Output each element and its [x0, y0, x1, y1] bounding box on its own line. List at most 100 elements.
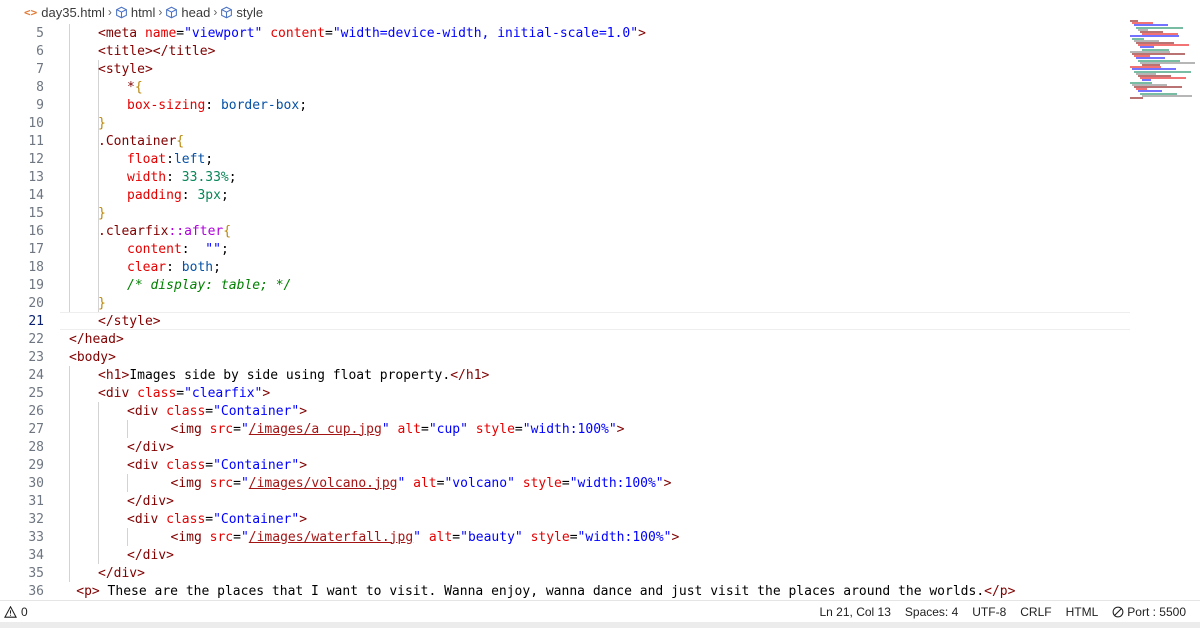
code-line[interactable]: 22 </head>	[0, 330, 1130, 348]
code-token: <style>	[98, 61, 153, 77]
live-server-port[interactable]: Port : 5500	[1112, 605, 1186, 619]
problems-count: 0	[21, 604, 28, 619]
code-token: "	[240, 475, 249, 491]
code-token: </div>	[98, 565, 145, 581]
language-mode[interactable]: HTML	[1066, 605, 1099, 619]
code-text: <body>	[69, 350, 116, 365]
code-line[interactable]: 10}	[0, 114, 1130, 132]
code-line[interactable]: 29 <div class="Container">	[0, 456, 1130, 474]
code-text: <img src="/images/volcano.jpg" alt="volc…	[171, 476, 672, 491]
line-number: 30	[28, 475, 44, 491]
code-line[interactable]: 12 float:left;	[0, 150, 1130, 168]
breadcrumb-head[interactable]: head	[165, 5, 210, 20]
code-line[interactable]: 23 <body>	[0, 348, 1130, 366]
code-line[interactable]: 9 box-sizing: border-box;	[0, 96, 1130, 114]
indentation-setting[interactable]: Spaces: 4	[905, 605, 958, 619]
code-token: style	[475, 421, 515, 437]
code-token: content	[127, 241, 182, 257]
code-line[interactable]: 6 <title></title>	[0, 42, 1130, 60]
code-token: class	[137, 385, 177, 401]
code-line[interactable]: 15}	[0, 204, 1130, 222]
code-token: "width:100%"	[577, 529, 672, 545]
encoding-setting[interactable]: UTF-8	[972, 605, 1006, 619]
code-token: :	[166, 169, 182, 185]
code-line[interactable]: 32 <div class="Container">	[0, 510, 1130, 528]
code-token: "width=device-width, initial-scale=1.0"	[332, 25, 639, 41]
code-line[interactable]: 13 width: 33.33%;	[0, 168, 1130, 186]
code-line[interactable]: 19 /* display: table; */	[0, 276, 1130, 294]
code-text: <div class="Container">	[127, 458, 307, 473]
code-token: /images/volcano.jpg	[248, 475, 398, 491]
code-token: >	[299, 511, 308, 527]
code-text: </style>	[98, 314, 161, 329]
html-file-icon: <>	[24, 5, 38, 19]
code-text: </div>	[127, 494, 174, 509]
code-line[interactable]: 25 <div class="clearfix">	[0, 384, 1130, 402]
code-token: </style>	[98, 313, 161, 329]
code-line[interactable]: 21 </style>	[0, 312, 1130, 330]
breadcrumb-file[interactable]: <> day35.html	[24, 5, 105, 20]
code-line[interactable]: 5 <meta name="viewport" content="width=de…	[0, 24, 1130, 42]
code-token: 33.33%	[181, 169, 229, 185]
code-line[interactable]: 27 <img src="/images/a cup.jpg" alt="cup"…	[0, 420, 1130, 438]
line-number: 20	[28, 295, 44, 311]
breadcrumb-html[interactable]: html	[115, 5, 155, 20]
code-token: Images side by side using float property…	[129, 367, 451, 383]
line-number: 6	[36, 43, 44, 59]
code-line[interactable]: 34 </div>	[0, 546, 1130, 564]
problems-indicator[interactable]: 0	[4, 605, 28, 619]
chevron-right-icon: ›	[158, 5, 163, 19]
code-line[interactable]: 14 padding: 3px;	[0, 186, 1130, 204]
code-line[interactable]: 16 .clearfix::after{	[0, 222, 1130, 240]
code-token: }	[98, 205, 106, 221]
code-text: box-sizing: border-box;	[127, 98, 307, 113]
code-token: "Container"	[213, 457, 300, 473]
code-token: =	[176, 25, 185, 41]
code-text: *{	[127, 80, 143, 95]
line-number: 17	[28, 241, 44, 257]
code-line[interactable]: 36 <p> These are the places that I want t…	[0, 582, 1130, 600]
bottom-strip	[0, 622, 1200, 628]
code-line[interactable]: 33 <img src="/images/waterfall.jpg" alt="…	[0, 528, 1130, 546]
code-token: :	[205, 97, 221, 113]
cursor-position[interactable]: Ln 21, Col 13	[820, 605, 891, 619]
code-token: "cup"	[428, 421, 468, 437]
line-number: 8	[36, 79, 44, 95]
code-line[interactable]: 24 <h1>Images side by side using float pr…	[0, 366, 1130, 384]
code-token: =	[205, 511, 214, 527]
code-line[interactable]: 30 <img src="/images/volcano.jpg" alt="vo…	[0, 474, 1130, 492]
code-line[interactable]: 28 </div>	[0, 438, 1130, 456]
code-line[interactable]: 26 <div class="Container">	[0, 402, 1130, 420]
code-token: border-box	[220, 97, 300, 113]
code-token: </head>	[69, 331, 124, 347]
code-line[interactable]: 8 *{	[0, 78, 1130, 96]
code-line[interactable]: 35 </div>	[0, 564, 1130, 582]
code-line[interactable]: 17 content: "";	[0, 240, 1130, 258]
minimap[interactable]	[1130, 20, 1200, 100]
code-token: "	[413, 529, 421, 545]
code-token: ;	[205, 151, 214, 167]
code-token: ::after	[168, 223, 224, 239]
eol-setting[interactable]: CRLF	[1020, 605, 1051, 619]
code-line[interactable]: 20}	[0, 294, 1130, 312]
code-token: /* display: table; */	[127, 277, 292, 293]
code-token: *	[127, 79, 135, 95]
code-editor[interactable]: 5 <meta name="viewport" content="width=de…	[0, 24, 1200, 600]
code-token: =	[420, 421, 429, 437]
code-line[interactable]: 31 </div>	[0, 492, 1130, 510]
code-line[interactable]: 11 .Container{	[0, 132, 1130, 150]
code-text: clear: both;	[127, 260, 221, 275]
code-line[interactable]: 7 <style>	[0, 60, 1130, 78]
code-text: <style>	[98, 62, 153, 77]
breadcrumb-style[interactable]: style	[220, 5, 263, 20]
code-text: <img src="/images/waterfall.jpg" alt="be…	[171, 530, 680, 545]
breadcrumb-file-label: day35.html	[41, 4, 105, 20]
code-text: .Container{	[98, 134, 184, 149]
code-token: </div>	[127, 439, 174, 455]
line-number: 22	[28, 331, 44, 347]
code-line[interactable]: 18 clear: both;	[0, 258, 1130, 276]
code-token: <meta	[98, 25, 145, 41]
